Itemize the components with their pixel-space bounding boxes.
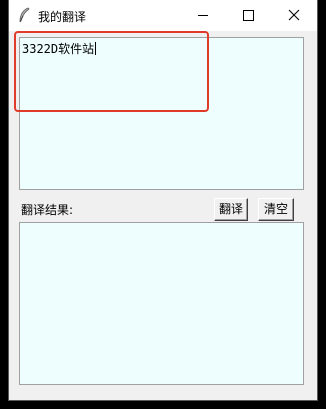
clear-button[interactable]: 清空 bbox=[258, 198, 294, 221]
minimize-icon bbox=[198, 15, 208, 16]
source-text-value: 3322D软件站 bbox=[22, 42, 95, 56]
maximize-icon bbox=[243, 10, 254, 21]
source-text-input[interactable]: 3322D软件站 bbox=[19, 37, 304, 190]
close-button[interactable] bbox=[271, 0, 317, 31]
result-text-output[interactable] bbox=[19, 222, 304, 385]
result-label: 翻译结果: bbox=[21, 203, 74, 217]
text-caret bbox=[95, 42, 97, 55]
feather-icon bbox=[17, 7, 31, 23]
window-title: 我的翻译 bbox=[38, 10, 87, 24]
minimize-button[interactable] bbox=[179, 0, 225, 31]
close-icon bbox=[288, 9, 300, 21]
app-window: 我的翻译 3322D软件站 翻译结果: 翻译 清空 bbox=[8, 0, 318, 401]
maximize-button[interactable] bbox=[225, 0, 271, 31]
title-bar[interactable]: 我的翻译 bbox=[9, 0, 317, 31]
translate-button[interactable]: 翻译 bbox=[214, 198, 248, 221]
